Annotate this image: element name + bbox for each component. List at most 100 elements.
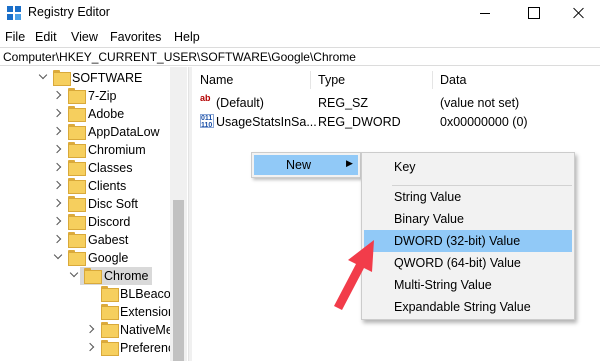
tree-node[interactable]: Chromium xyxy=(0,141,170,159)
tree-label: Preferenc xyxy=(120,341,175,355)
value-row[interactable]: 011 110 UsageStatsInSa... REG_DWORD 0x000… xyxy=(192,113,600,131)
folder-icon xyxy=(101,304,119,320)
new-label: New xyxy=(286,158,312,172)
tree-node[interactable]: Disc Soft xyxy=(0,195,170,213)
menu-bar: File Edit View Favorites Help xyxy=(0,27,600,47)
submenu-item-multistring[interactable]: Multi-String Value xyxy=(364,274,572,296)
tree-node[interactable]: 7-Zip xyxy=(0,87,170,105)
minimize-button[interactable] xyxy=(462,0,508,26)
submenu-arrow-icon: ▶ xyxy=(346,158,353,168)
maximize-button[interactable] xyxy=(510,0,556,26)
tree-label: Clients xyxy=(88,179,127,193)
tree-node-software[interactable]: SOFTWARE xyxy=(0,69,170,87)
tree-node[interactable]: AppDataLow xyxy=(0,123,170,141)
tree-node[interactable]: Preferenc xyxy=(0,339,174,357)
tree-label: Gabest xyxy=(88,233,129,247)
value-row[interactable]: ab (Default) REG_SZ (value not set) xyxy=(192,94,600,112)
menu-help[interactable]: Help xyxy=(174,30,200,44)
chevron-right-icon[interactable] xyxy=(52,234,62,244)
menu-edit[interactable]: Edit xyxy=(35,30,57,44)
submenu-label: QWORD (64-bit) Value xyxy=(394,256,521,270)
title-bar[interactable]: Registry Editor xyxy=(0,0,600,26)
column-header-name[interactable]: Name xyxy=(200,73,233,87)
submenu-label: Expandable String Value xyxy=(394,300,531,314)
chevron-right-icon[interactable] xyxy=(52,90,62,100)
tree-scrollbar-thumb[interactable] xyxy=(173,200,184,361)
new-submenu: Key String Value Binary Value DWORD (32-… xyxy=(361,152,575,320)
menu-view[interactable]: View xyxy=(71,30,98,44)
binary-value-icon: 011 110 xyxy=(200,114,214,129)
folder-icon xyxy=(101,286,119,302)
menu-file[interactable]: File xyxy=(5,30,25,44)
folder-icon xyxy=(84,268,102,284)
tree-label: Chromium xyxy=(88,143,146,157)
chevron-right-icon[interactable] xyxy=(52,108,62,118)
column-divider[interactable] xyxy=(432,71,433,89)
tree-node[interactable]: Classes xyxy=(0,159,170,177)
folder-icon xyxy=(68,232,86,248)
folder-icon xyxy=(68,142,86,158)
tree-node[interactable]: BLBeacor xyxy=(0,285,175,303)
chevron-down-icon[interactable] xyxy=(53,250,63,260)
tree-node[interactable]: NativeMe xyxy=(0,321,173,339)
folder-icon xyxy=(68,88,86,104)
window-title: Registry Editor xyxy=(28,5,110,19)
chevron-down-icon[interactable] xyxy=(38,70,48,80)
tree-label: Chrome xyxy=(104,269,149,283)
string-value-icon: ab xyxy=(200,93,211,103)
tree-label: 7-Zip xyxy=(88,89,117,103)
close-button[interactable] xyxy=(556,0,600,26)
value-name: UsageStatsInSa... xyxy=(216,115,317,129)
submenu-label: Binary Value xyxy=(394,212,464,226)
chevron-right-icon[interactable] xyxy=(85,324,95,334)
address-bar[interactable]: Computer\HKEY_CURRENT_USER\SOFTWARE\Goog… xyxy=(0,47,600,66)
submenu-label: DWORD (32-bit) Value xyxy=(394,234,521,248)
submenu-label: String Value xyxy=(394,190,462,204)
column-header-data[interactable]: Data xyxy=(440,73,466,87)
annotation-arrow-icon xyxy=(334,240,374,310)
context-menu: New ▶ xyxy=(251,152,361,178)
folder-icon xyxy=(68,106,86,122)
tree-node-chrome[interactable]: Chrome xyxy=(0,267,170,285)
chevron-right-icon[interactable] xyxy=(52,126,62,136)
submenu-item-qword[interactable]: QWORD (64-bit) Value xyxy=(364,252,572,274)
registry-editor-window: Registry Editor File Edit View Favorites… xyxy=(0,0,600,361)
registry-editor-icon xyxy=(7,6,21,20)
submenu-item-key[interactable]: Key xyxy=(364,156,572,178)
tree-label: Classes xyxy=(88,161,133,175)
submenu-item-binary[interactable]: Binary Value xyxy=(364,208,572,230)
tree-label: Disc Soft xyxy=(88,197,139,211)
chevron-right-icon[interactable] xyxy=(52,162,62,172)
chevron-down-icon[interactable] xyxy=(69,268,79,278)
submenu-item-string[interactable]: String Value xyxy=(364,186,572,208)
chevron-right-icon[interactable] xyxy=(85,342,95,352)
chevron-right-icon[interactable] xyxy=(52,198,62,208)
value-name: (Default) xyxy=(216,96,264,110)
tree-label: SOFTWARE xyxy=(72,71,143,85)
chevron-right-icon[interactable] xyxy=(52,180,62,190)
column-divider[interactable] xyxy=(310,71,311,89)
submenu-label: Multi-String Value xyxy=(394,278,492,292)
tree-node[interactable]: Gabest xyxy=(0,231,170,249)
tree-label: AppDataLow xyxy=(88,125,160,139)
folder-icon xyxy=(68,196,86,212)
menu-favorites[interactable]: Favorites xyxy=(110,30,161,44)
folder-icon xyxy=(68,214,86,230)
folder-icon xyxy=(101,322,119,338)
tree-node[interactable]: Discord xyxy=(0,213,170,231)
tree-node[interactable]: Clients xyxy=(0,177,170,195)
submenu-label: Key xyxy=(394,160,416,174)
chevron-right-icon[interactable] xyxy=(52,144,62,154)
value-type: REG_SZ xyxy=(318,96,369,110)
chevron-right-icon[interactable] xyxy=(52,216,62,226)
tree-node[interactable]: Extension xyxy=(0,303,175,321)
column-header-type[interactable]: Type xyxy=(318,73,345,87)
tree-label: Discord xyxy=(88,215,131,229)
submenu-item-expandable[interactable]: Expandable String Value xyxy=(364,296,572,318)
folder-icon xyxy=(68,250,86,266)
folder-icon xyxy=(68,160,86,176)
tree-node-google[interactable]: Google xyxy=(0,249,170,267)
tree-label: Extension xyxy=(120,305,175,319)
submenu-item-dword[interactable]: DWORD (32-bit) Value xyxy=(364,230,572,252)
tree-node[interactable]: Adobe xyxy=(0,105,170,123)
